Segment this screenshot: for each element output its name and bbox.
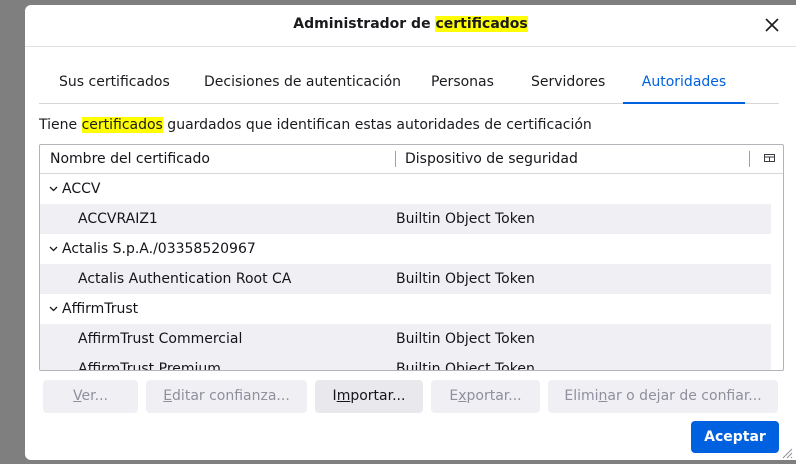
column-picker-icon xyxy=(763,154,775,162)
tree-group-row[interactable]: AffirmTrust xyxy=(40,294,783,324)
import-button-mnemonic: m xyxy=(336,388,351,404)
certificate-name: ACCVRAIZ1 xyxy=(78,211,158,227)
column-picker-button[interactable] xyxy=(756,145,782,173)
dialog-title-text: Administrador de xyxy=(293,16,436,32)
tree-certificate-row[interactable]: ACCVRAIZ1 Builtin Object Token xyxy=(40,204,771,234)
close-button[interactable] xyxy=(761,14,783,36)
certificate-name: Actalis S.p.A./03358520967 xyxy=(62,241,256,257)
chevron-down-icon[interactable] xyxy=(47,294,59,324)
certificate-name: AffirmTrust xyxy=(62,301,139,317)
export-button[interactable]: Exportar... xyxy=(431,380,540,413)
column-separator[interactable] xyxy=(749,151,750,167)
view-button-mnemonic: V xyxy=(73,388,82,404)
column-header-certificate-name[interactable]: Nombre del certificado xyxy=(50,145,395,173)
tab-people[interactable]: Personas xyxy=(431,61,494,103)
tab-your-certificates[interactable]: Sus certificados xyxy=(59,61,170,103)
close-icon xyxy=(765,18,779,32)
tree-body: ACCV ACCVRAIZ1 Builtin Object Token Actalis… xyxy=(40,174,783,371)
export-button-label-pre: E xyxy=(449,388,459,404)
delete-button-label-pre: Elimi xyxy=(564,388,599,404)
dialog-title: Administrador de certificados xyxy=(25,16,796,32)
tree-header: Nombre del certificado Dispositivo de se… xyxy=(40,145,783,174)
column-header-security-device[interactable]: Dispositivo de seguridad xyxy=(405,145,745,173)
view-button[interactable]: Ver... xyxy=(43,380,138,413)
security-device: Builtin Object Token xyxy=(396,211,535,227)
tree-certificate-row[interactable]: AffirmTrust Premium Builtin Object Token xyxy=(40,354,771,371)
tree-certificate-row[interactable]: Actalis Authentication Root CA Builtin Ob… xyxy=(40,264,771,294)
import-button-label: portar... xyxy=(350,388,406,404)
resize-grip-icon[interactable] xyxy=(779,445,793,459)
dialog-title-highlight: certificados xyxy=(435,16,528,32)
description-text: Tiene certificados guardados que identif… xyxy=(39,117,592,133)
certificate-manager-dialog: Administrador de certificados Sus certif… xyxy=(25,5,796,460)
certificate-name: AffirmTrust Commercial xyxy=(78,331,243,347)
export-button-mnemonic: x xyxy=(458,388,467,404)
tab-servers[interactable]: Servidores xyxy=(531,61,605,103)
certificate-name: ACCV xyxy=(62,181,101,197)
tab-authorities[interactable]: Autoridades xyxy=(623,61,745,104)
certificate-name: Actalis Authentication Root CA xyxy=(78,271,292,287)
tree-certificate-row[interactable]: AffirmTrust Commercial Builtin Object Tok… xyxy=(40,324,771,354)
description-after: guardados que identifican estas autorida… xyxy=(162,117,592,133)
tree-group-row[interactable]: ACCV xyxy=(40,174,783,204)
accept-button[interactable]: Aceptar xyxy=(691,421,779,453)
export-button-label: portar... xyxy=(466,388,522,404)
action-buttons: Ver... Editar confianza... Importar... E… xyxy=(43,380,783,414)
tab-authentication-decisions[interactable]: Decisiones de autenticación xyxy=(204,61,401,103)
delete-button-label: ar o dejar de confiar... xyxy=(607,388,762,404)
chevron-down-icon[interactable] xyxy=(47,234,59,264)
column-separator[interactable] xyxy=(395,151,396,167)
description-highlight: certificados xyxy=(81,117,163,133)
security-device: Builtin Object Token xyxy=(396,331,535,347)
edit-button-label: ditar confianza... xyxy=(172,388,290,404)
tree-group-row[interactable]: Actalis S.p.A./03358520967 xyxy=(40,234,783,264)
title-bar: Administrador de certificados xyxy=(25,5,796,47)
security-device: Builtin Object Token xyxy=(396,271,535,287)
delete-or-distrust-button[interactable]: Eliminar o dejar de confiar... xyxy=(548,380,778,413)
view-button-label: er... xyxy=(81,388,108,404)
certificate-name: AffirmTrust Premium xyxy=(78,361,221,371)
certificate-tree[interactable]: Nombre del certificado Dispositivo de se… xyxy=(39,144,784,371)
chevron-down-icon[interactable] xyxy=(47,174,59,204)
import-button[interactable]: Importar... xyxy=(315,380,423,413)
tab-bar: Sus certificados Decisiones de autentica… xyxy=(39,61,779,104)
edit-trust-button[interactable]: Editar confianza... xyxy=(146,380,307,413)
edit-button-mnemonic: E xyxy=(163,388,173,404)
security-device: Builtin Object Token xyxy=(396,361,535,371)
description-before: Tiene xyxy=(39,117,82,133)
